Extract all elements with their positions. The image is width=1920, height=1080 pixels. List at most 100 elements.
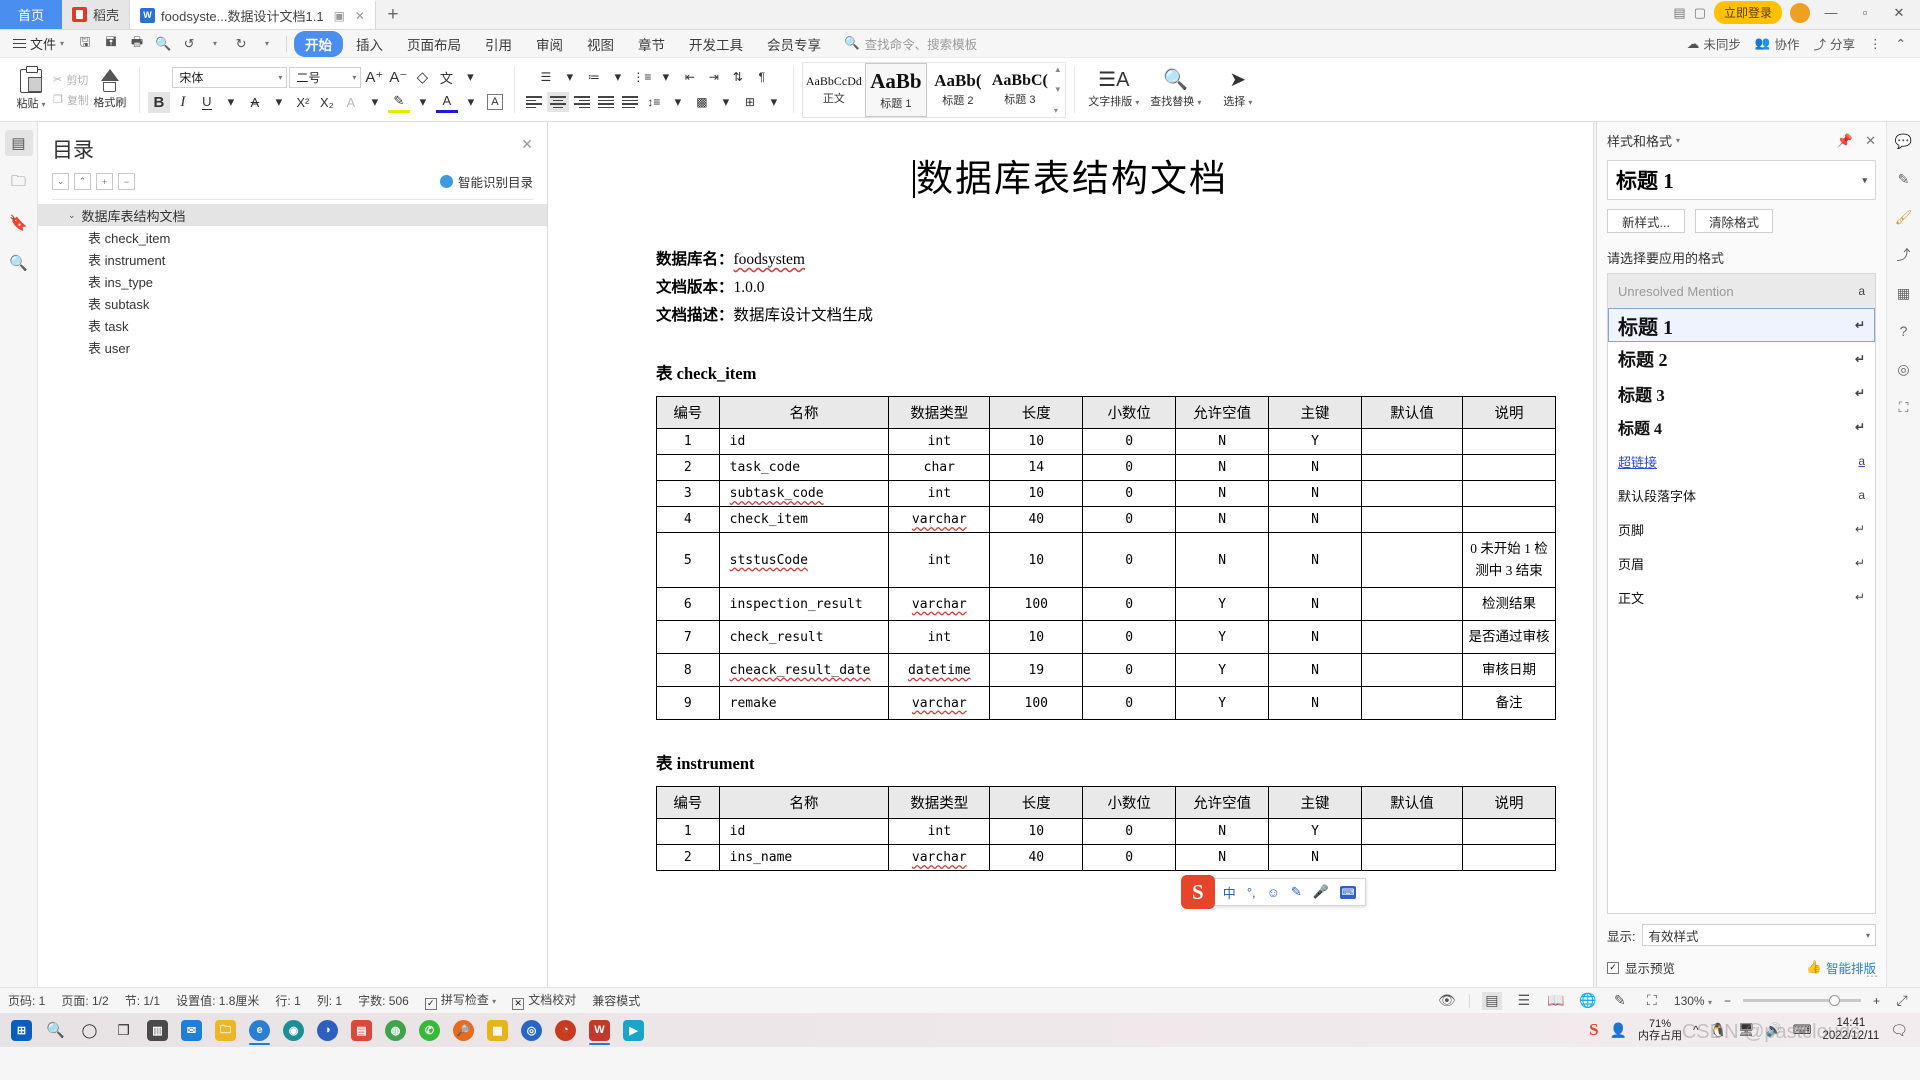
notes-icon[interactable]: ▦	[482, 1015, 513, 1045]
increase-indent-icon[interactable]: ⇥	[703, 67, 725, 88]
underline-dropdown-icon[interactable]: ▾	[220, 92, 242, 113]
zoom-out-button[interactable]: −	[1724, 994, 1731, 1008]
decrease-indent-icon[interactable]: ⇤	[679, 67, 701, 88]
select-button[interactable]: ➤ 选择 ▾	[1207, 70, 1269, 109]
undo-dropdown-icon[interactable]: ▾	[203, 33, 227, 55]
right-sidebar-help-icon[interactable]: ?	[1892, 320, 1916, 342]
chrome-icon[interactable]: ◍	[380, 1015, 411, 1045]
pinyin-dropdown-icon[interactable]: ▾	[459, 67, 481, 88]
tab-close-icon[interactable]: ✕	[355, 9, 365, 23]
ribbon-tab-insert[interactable]: 插入	[345, 31, 394, 57]
sidebar-item-search[interactable]: 🔍	[5, 250, 33, 276]
font-color-dropdown-icon[interactable]: ▾	[460, 92, 482, 113]
app-grid-icon[interactable]: ▤	[1673, 5, 1685, 21]
borders-dropdown-icon[interactable]: ▾	[763, 92, 785, 113]
justify-icon[interactable]	[595, 92, 617, 112]
start-icon[interactable]: ⊞	[6, 1015, 37, 1045]
wps-icon[interactable]: W	[584, 1015, 615, 1045]
current-style-select[interactable]: 标题 1 ▾	[1607, 160, 1876, 200]
style-gallery-scroll[interactable]: ▲ ▼ ▾	[1051, 63, 1065, 117]
find-replace-button[interactable]: 🔍 查找替换 ▾	[1145, 70, 1207, 109]
numbered-list-dropdown-icon[interactable]: ▾	[607, 67, 629, 88]
ribbon-tab-developer[interactable]: 开发工具	[678, 31, 754, 57]
bold-button[interactable]: B	[147, 91, 170, 113]
strikethrough-dropdown-icon[interactable]: ▾	[268, 92, 290, 113]
collapse-ribbon-icon[interactable]: ⌃	[1896, 36, 1906, 51]
video-icon[interactable]: ▶	[618, 1015, 649, 1045]
sidebar-item-bookmarks[interactable]: 🔖	[5, 210, 33, 236]
distribute-icon[interactable]	[619, 92, 641, 112]
underline-button[interactable]: U	[196, 92, 218, 113]
zoom-level[interactable]: 130% ▾	[1674, 994, 1712, 1008]
style-item-default-paragraph-font[interactable]: 默认段落字体 a	[1608, 478, 1875, 512]
document-canvas[interactable]: 数据库表结构文档 数据库名：foodsystem 文档版本：1.0.0 文档描述…	[548, 122, 1596, 987]
bullet-list-icon[interactable]: ☰	[535, 67, 557, 88]
pinyin-guide-icon[interactable]: 文	[435, 67, 457, 88]
status-spellcheck[interactable]: ✓ 拼写检查 ▾	[424, 991, 496, 1010]
new-tab-button[interactable]: +	[376, 0, 410, 29]
edge-icon[interactable]: e	[244, 1015, 275, 1045]
character-border-button[interactable]: A	[484, 92, 506, 113]
save-icon[interactable]: 🖫	[73, 33, 97, 55]
sort-icon[interactable]: ⇅	[727, 67, 749, 88]
nav-item-check-item[interactable]: 表 check_item	[38, 226, 547, 248]
app-teal-icon[interactable]: ◉	[278, 1015, 309, 1045]
status-proofread[interactable]: ✕ 文档校对	[512, 991, 576, 1010]
nav-item-subtask[interactable]: 表 subtask	[38, 292, 547, 314]
nav-item-ins-type[interactable]: 表 ins_type	[38, 270, 547, 292]
right-sidebar-location-icon[interactable]: ◎	[1892, 358, 1916, 380]
shading-dropdown-icon[interactable]: ▾	[715, 92, 737, 113]
tab-document[interactable]: W foodsyste...数据设计文档1.1 ▣ ✕	[130, 0, 376, 29]
fit-page-icon[interactable]: ⛶	[1642, 992, 1662, 1010]
avatar[interactable]	[1790, 2, 1810, 23]
zoom-in-button[interactable]: +	[1873, 994, 1880, 1008]
zoom-slider-knob[interactable]	[1828, 995, 1840, 1006]
expand-down-icon[interactable]: ⌄	[52, 173, 69, 190]
sogou-tray-icon[interactable]: S	[1589, 1020, 1598, 1040]
collaborate-button[interactable]: 👥 协作	[1755, 34, 1800, 53]
subscript-button[interactable]: X₂	[316, 92, 338, 113]
emoji-icon[interactable]: ☺	[1267, 885, 1280, 900]
multilevel-list-icon[interactable]: ⋮≡	[631, 67, 653, 88]
edit-icon[interactable]: ✎	[1610, 992, 1630, 1010]
highlight-dropdown-icon[interactable]: ▾	[412, 92, 434, 113]
page-view-icon[interactable]: ▤	[1481, 991, 1502, 1010]
status-page-count[interactable]: 页面: 1/2	[61, 992, 108, 1009]
collapse-up-icon[interactable]: ⌃	[74, 173, 91, 190]
style-normal[interactable]: AaBbCcDd 正文	[803, 63, 865, 117]
ribbon-tab-view[interactable]: 视图	[576, 31, 625, 57]
ribbon-tab-start[interactable]: 开始	[294, 30, 344, 57]
text-effects-dropdown-icon[interactable]: ▾	[364, 92, 386, 113]
maximize-button[interactable]: ▫	[1852, 1, 1878, 25]
status-page-number[interactable]: 页码: 1	[8, 992, 45, 1009]
mail-icon[interactable]: ✉	[176, 1015, 207, 1045]
plus-icon[interactable]: +	[96, 173, 113, 190]
align-right-icon[interactable]	[571, 92, 593, 112]
numbered-list-icon[interactable]: ≔	[583, 67, 605, 88]
italic-button[interactable]: I	[172, 92, 194, 113]
fullscreen-icon[interactable]: ⤢	[1892, 992, 1912, 1010]
nav-close-icon[interactable]: ✕	[521, 136, 533, 153]
status-setting-value[interactable]: 设置值: 1.8厘米	[176, 992, 259, 1009]
style-item-header[interactable]: 页眉 ↵	[1608, 546, 1875, 580]
command-search[interactable]: 🔍 查找命令、搜索模板	[844, 34, 977, 53]
right-sidebar-crop-icon[interactable]: ⛶	[1892, 396, 1916, 418]
style-item-heading-1[interactable]: 标题 1 ↵	[1608, 308, 1875, 342]
web-view-icon[interactable]: 🌐	[1578, 992, 1598, 1010]
sogou-ime-icon[interactable]: S	[1180, 875, 1215, 909]
right-sidebar-chart-icon[interactable]: ▦	[1892, 282, 1916, 304]
file-menu-button[interactable]: 文件 ▾	[6, 32, 71, 55]
show-filter-select[interactable]: 有效样式 ▾	[1642, 924, 1876, 946]
text-layout-button[interactable]: ☰A 文字排版 ▾	[1083, 70, 1145, 109]
firefox-icon[interactable]: ◔	[550, 1015, 581, 1045]
save-as-icon[interactable]: 🖬	[99, 33, 123, 55]
nav-item-root[interactable]: ⌄ 数据库表结构文档	[38, 204, 547, 226]
search-icon[interactable]: 🔍	[40, 1015, 71, 1045]
window-split-icon[interactable]: ▢	[1694, 5, 1706, 21]
align-center-icon[interactable]	[546, 92, 569, 112]
opera-icon[interactable]: ◎	[516, 1015, 547, 1045]
smart-toc-button[interactable]: 智能识别目录	[439, 172, 533, 191]
nav-item-instrument[interactable]: 表 instrument	[38, 248, 547, 270]
ribbon-tab-page-layout[interactable]: 页面布局	[396, 31, 472, 57]
copy-button[interactable]: ❐ 复制	[53, 92, 89, 108]
